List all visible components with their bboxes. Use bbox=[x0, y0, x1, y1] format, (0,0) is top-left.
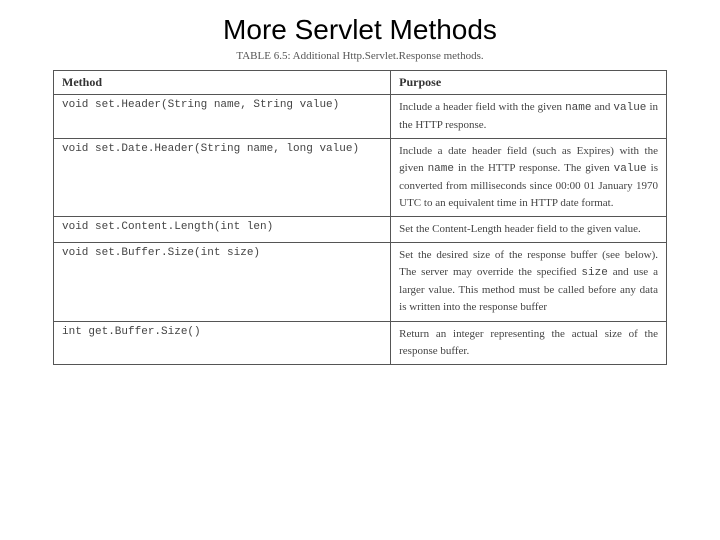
table-row: int get.Buffer.Size() Return an integer … bbox=[54, 321, 667, 364]
method-purpose: Set the desired size of the response buf… bbox=[391, 243, 667, 321]
table-header-row: Method Purpose bbox=[54, 71, 667, 95]
table-caption: TABLE 6.5: Additional Http.Servlet.Respo… bbox=[22, 50, 698, 62]
method-purpose: Set the Content-Length header field to t… bbox=[391, 217, 667, 243]
table-row: void set.Buffer.Size(int size) Set the d… bbox=[54, 243, 667, 321]
method-signature: void set.Content.Length(int len) bbox=[54, 217, 391, 243]
table-row: void set.Header(String name, String valu… bbox=[54, 95, 667, 139]
methods-table: Method Purpose void set.Header(String na… bbox=[53, 70, 667, 365]
method-purpose: Include a header field with the given na… bbox=[391, 95, 667, 139]
column-method-header: Method bbox=[54, 71, 391, 95]
method-signature: void set.Date.Header(String name, long v… bbox=[54, 139, 391, 217]
method-signature: int get.Buffer.Size() bbox=[54, 321, 391, 364]
method-purpose: Return an integer representing the actua… bbox=[391, 321, 667, 364]
slide-page: More Servlet Methods TABLE 6.5: Addition… bbox=[0, 0, 720, 375]
table-row: void set.Content.Length(int len) Set the… bbox=[54, 217, 667, 243]
method-signature: void set.Header(String name, String valu… bbox=[54, 95, 391, 139]
method-purpose: Include a date header field (such as Exp… bbox=[391, 139, 667, 217]
column-purpose-header: Purpose bbox=[391, 71, 667, 95]
page-title: More Servlet Methods bbox=[22, 14, 698, 46]
table-row: void set.Date.Header(String name, long v… bbox=[54, 139, 667, 217]
method-signature: void set.Buffer.Size(int size) bbox=[54, 243, 391, 321]
